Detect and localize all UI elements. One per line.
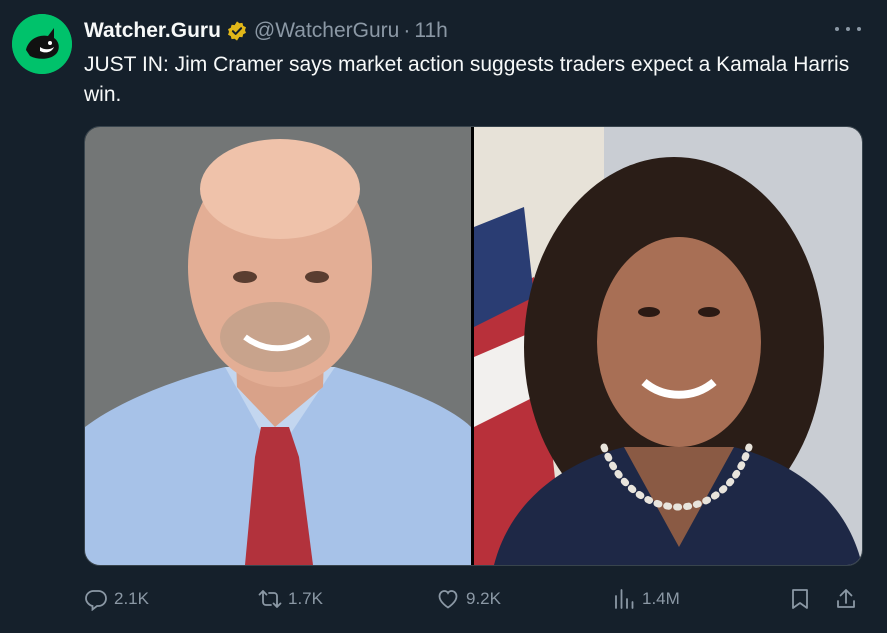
tweet-header: Watcher.Guru @WatcherGuru · 11h [84, 17, 448, 45]
views-count: 1.4M [642, 589, 680, 608]
views-button[interactable]: 1.4M [612, 584, 680, 614]
photo-kamala-harris[interactable] [474, 127, 862, 565]
tweet[interactable]: Watcher.Guru @WatcherGuru · 11h JUST IN:… [0, 0, 887, 633]
avatar[interactable] [12, 14, 72, 74]
reply-icon [85, 590, 107, 611]
share-button[interactable] [834, 584, 858, 614]
tweet-text: JUST IN: Jim Cramer says market action s… [84, 53, 850, 106]
like-count: 9.2K [466, 589, 501, 608]
repost-icon [258, 590, 282, 608]
separator-dot: · [403, 19, 411, 42]
bookmark-icon [792, 589, 808, 609]
author-name[interactable]: Watcher.Guru [84, 19, 221, 43]
author-handle[interactable]: @WatcherGuru [254, 19, 399, 43]
more-options-icon[interactable] [835, 18, 861, 40]
repost-button[interactable]: 1.7K [258, 584, 323, 614]
reply-button[interactable]: 2.1K [84, 584, 149, 614]
tweet-actions: 2.1K 1.7K 9.2K 1.4M [84, 584, 864, 614]
heart-icon [438, 590, 458, 609]
share-icon [837, 589, 855, 608]
reply-count: 2.1K [114, 589, 149, 608]
verified-badge-icon[interactable] [226, 20, 248, 42]
tweet-media[interactable] [84, 126, 863, 566]
like-button[interactable]: 9.2K [436, 584, 501, 614]
orca-logo-icon [12, 14, 72, 74]
repost-count: 1.7K [288, 589, 323, 608]
bookmark-button[interactable] [788, 584, 812, 614]
photo-jim-cramer[interactable] [85, 127, 471, 565]
timestamp[interactable]: 11h [414, 19, 447, 43]
views-chart-icon [615, 589, 634, 609]
